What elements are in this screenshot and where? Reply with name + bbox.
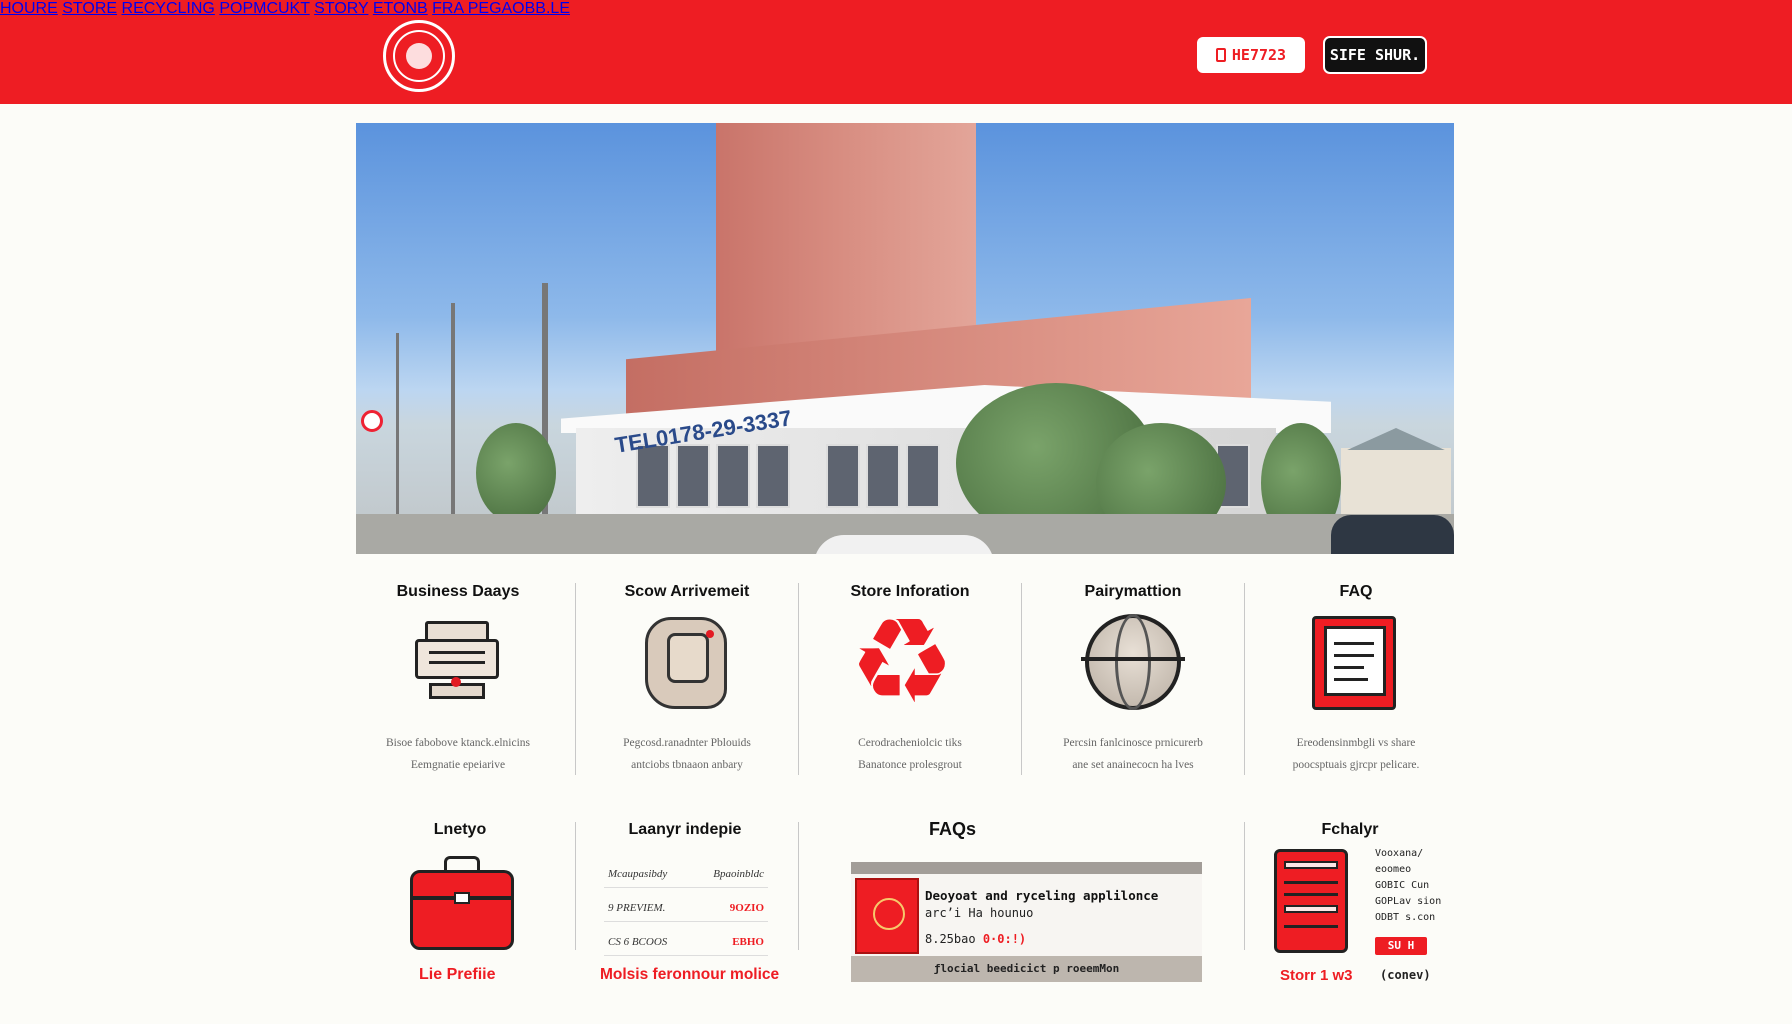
divider xyxy=(1244,583,1245,775)
car-image xyxy=(1331,515,1454,554)
phone-icon xyxy=(1215,48,1226,62)
feature-desc: Pegcosd.ranadnter Pblouids xyxy=(623,737,751,749)
price-table: Mcaupasibdy Bpaoinbldc 9 PREVIEM. 9OZIO CS… xyxy=(604,860,768,960)
lineup-title: Lnetyo xyxy=(433,821,487,838)
faqs-card: FAQs xyxy=(929,819,1129,840)
recycle-icon: ♻ xyxy=(849,592,955,730)
fechyr-card: Fchalyr xyxy=(1290,821,1410,839)
submit-button[interactable]: SU H xyxy=(1375,937,1427,955)
faq-price: 8.25bao 0·0:!) xyxy=(925,932,1027,946)
nav-item-product[interactable]: POPMCUKT xyxy=(219,0,309,17)
table-title: Laanyr indepie xyxy=(628,821,742,838)
cabinet-icon xyxy=(1274,849,1348,953)
bag-icon xyxy=(645,617,727,709)
product-thumbnail xyxy=(855,878,919,954)
feature-desc: ane set anainecocn ha lves xyxy=(1072,759,1194,771)
hero-storefront-photo: TEL0178-29-3337 xyxy=(356,123,1454,554)
divider xyxy=(575,583,576,775)
nav-item-store[interactable]: STORE xyxy=(62,0,117,17)
profile-link[interactable]: Lie Prefiie xyxy=(419,966,495,984)
globe-icon xyxy=(1081,614,1185,710)
store-link[interactable]: Storr 1 w3 xyxy=(1280,967,1353,984)
nav-item-pegaobb[interactable]: FRA PEGAOBB.LE xyxy=(432,0,570,17)
feature-card-faq[interactable]: FAQ xyxy=(1256,583,1456,601)
feature-desc: antciobs tbnaaon anbary xyxy=(631,759,743,771)
feature-desc: Percsin fanlcinosce prnicurerb xyxy=(1063,737,1203,749)
feature-desc: Cerodracheniolcic tiks xyxy=(858,737,962,749)
feature-card-business-days[interactable]: Business Daays xyxy=(358,583,558,601)
divider xyxy=(1244,822,1245,950)
divider xyxy=(798,583,799,775)
feature-desc: Ereodensinmbgli vs share xyxy=(1296,737,1416,749)
nav-item-etonb[interactable]: ETONB xyxy=(373,0,428,17)
divider xyxy=(1021,583,1022,775)
printer-icon xyxy=(415,621,499,701)
document-icon xyxy=(1312,616,1396,710)
logo-icon[interactable] xyxy=(383,20,455,92)
feature-card-payment[interactable]: Pairymattion xyxy=(1033,583,1233,601)
nav-item-story[interactable]: STORY xyxy=(314,0,368,17)
table-row: Mcaupasibdy Bpaoinbldc xyxy=(604,860,768,888)
feature-title: Scow Arrivemeit xyxy=(624,583,750,600)
feature-desc: Banatonce prolesgrout xyxy=(858,759,962,771)
briefcase-icon xyxy=(410,856,514,950)
table-row: CS 6 BCOOS EBHO xyxy=(604,928,768,956)
nav-item-recycling[interactable]: RECYCLING xyxy=(122,0,215,17)
faq-item[interactable]: Deoyoat and ryceling applilonce arc’i Ha… xyxy=(851,862,1202,982)
table-row: 9 PREVIEM. 9OZIO xyxy=(604,894,768,922)
lineup-table-card: Laanyr indepie xyxy=(585,821,785,839)
divider xyxy=(798,822,799,950)
site-header: HOURE STORE RECYCLING POPMCUKT STORY ETO… xyxy=(0,0,1792,104)
more-link[interactable]: Molsis feronnour molice xyxy=(600,966,779,984)
phone-button[interactable]: HE7723 xyxy=(1197,37,1305,73)
feature-desc: Bisoe fabobove ktanck.elnicins xyxy=(385,737,531,749)
feature-title: Pairymattion xyxy=(1084,583,1182,600)
feature-card-arrivement[interactable]: Scow Arrivemeit xyxy=(587,583,787,601)
fechyr-title: Fchalyr xyxy=(1321,821,1379,838)
faqs-title: FAQs xyxy=(929,819,977,839)
phone-button-label: HE7723 xyxy=(1231,46,1287,64)
fechyr-list: Vooxana/ eoomeo GOBIC Cun GOPLav sion OD… xyxy=(1375,848,1442,923)
divider xyxy=(575,822,576,950)
lineup-card[interactable]: Lnetyo xyxy=(360,821,560,839)
car-image xyxy=(814,535,994,554)
feature-title: FAQ xyxy=(1339,583,1373,600)
shop-button-label: SIFE SHUR. xyxy=(1329,46,1421,64)
feature-desc: Eemgnatie epeiarive xyxy=(410,759,506,771)
faq-sub: arc’i Ha hounuo xyxy=(925,906,1034,920)
faq-footer: ƒlocial beedicict p roeemMon xyxy=(851,956,1202,982)
feature-desc: poocsptuais gjrcpr pelicare. xyxy=(1292,759,1420,771)
feature-title: Business Daays xyxy=(396,583,520,600)
faq-heading: Deoyoat and ryceling applilonce xyxy=(925,888,1159,903)
nav-item-home[interactable]: HOURE xyxy=(0,0,58,17)
road-sign-icon xyxy=(361,410,383,432)
shop-button[interactable]: SIFE SHUR. xyxy=(1323,36,1427,74)
store-link-note: (conev) xyxy=(1380,968,1431,982)
